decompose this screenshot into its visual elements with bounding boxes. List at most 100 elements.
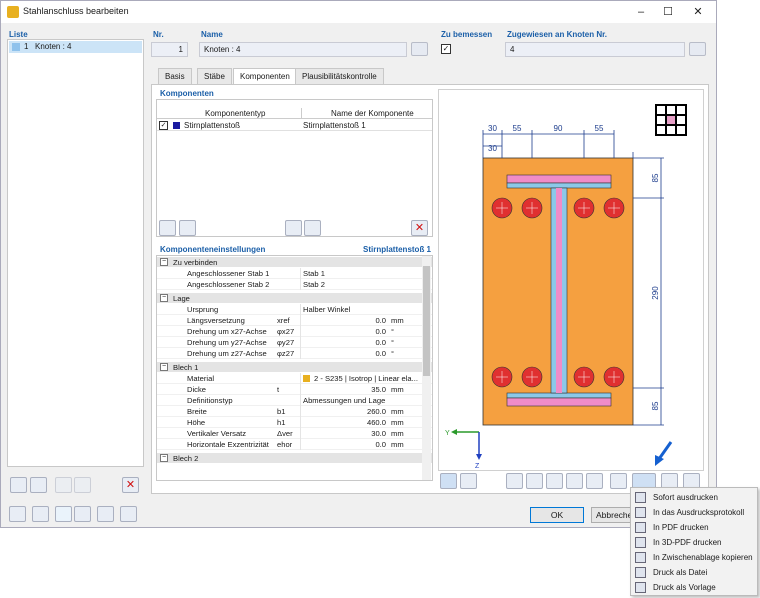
section-header[interactable]: − Blech 1	[157, 362, 432, 372]
design-checkbox[interactable]: ✓	[441, 44, 451, 54]
row-checkbox[interactable]: ✓	[159, 121, 168, 130]
move-down-icon[interactable]	[179, 220, 196, 236]
property-symbol: xref	[277, 316, 290, 325]
property-value: 0.0	[375, 316, 386, 325]
print-menu: Sofort ausdrucken In das Ausdrucksprotoko…	[630, 487, 758, 596]
property-value: 260.0	[366, 407, 386, 416]
delete-component-icon[interactable]: ✕	[411, 220, 428, 236]
column-divider	[300, 428, 301, 439]
help-icon[interactable]	[97, 506, 114, 522]
tab-plausibilitaet[interactable]: Plausibilitätskontrolle	[295, 68, 384, 84]
property-label: Angeschlossener Stab 1	[187, 269, 270, 278]
menu-item[interactable]: Sofort ausdrucken	[631, 490, 759, 505]
property-row[interactable]: Höhe h1 460.0 mm	[157, 417, 432, 428]
collapse-icon[interactable]: −	[160, 454, 168, 462]
tab-komponenten[interactable]: Komponenten	[233, 68, 297, 85]
property-row[interactable]: Drehung um x27-Achse φx27 0.0 °	[157, 326, 432, 337]
move-up-icon[interactable]	[159, 220, 176, 236]
property-row[interactable]: Material 2 - S235 | Isotrop | Linear ela.…	[157, 373, 432, 384]
property-row[interactable]: Längsversetzung xref 0.0 mm	[157, 315, 432, 326]
select-icon[interactable]	[74, 506, 91, 522]
add-component-icon[interactable]	[285, 220, 302, 236]
function-icon[interactable]	[120, 506, 137, 522]
collapse-icon[interactable]: −	[160, 363, 168, 371]
property-row[interactable]: Horizontale Exzentrizität ehor 0.0 mm	[157, 439, 432, 450]
library-icon[interactable]	[304, 220, 321, 236]
menu-item[interactable]: In PDF drucken	[631, 520, 759, 535]
maximize-button[interactable]: ☐	[660, 4, 676, 20]
dim-3-icon[interactable]	[546, 473, 563, 489]
menu-item[interactable]: Druck als Datei	[631, 565, 759, 580]
property-row[interactable]: Dicke t 35.0 mm	[157, 384, 432, 395]
column-divider	[300, 406, 301, 417]
uncheck-all-icon[interactable]	[74, 477, 91, 493]
list-item[interactable]: 1 Knoten : 4	[9, 41, 142, 53]
menu-item[interactable]: In Zwischenablage kopieren	[631, 550, 759, 565]
property-unit: °	[391, 349, 395, 358]
copy-item-icon[interactable]	[30, 477, 47, 493]
property-value: Stab 2	[303, 280, 325, 289]
pdf-icon	[635, 522, 646, 533]
edit-name-icon[interactable]	[411, 42, 428, 56]
select-node-icon[interactable]	[689, 42, 706, 56]
property-unit: mm	[391, 418, 404, 427]
property-row[interactable]: Drehung um y27-Achse φy27 0.0 °	[157, 337, 432, 348]
section-header[interactable]: − Blech 2	[157, 453, 432, 463]
color-icon[interactable]	[55, 506, 72, 522]
dimension-label: 55	[595, 124, 604, 133]
drawing-canvas[interactable]: 30 55 90 55 30 85 290 85 Y Z	[438, 89, 704, 471]
dialog-window: Stahlanschluss bearbeiten – ☐ ✕ Liste 1 …	[0, 0, 717, 528]
view-icon[interactable]	[610, 473, 627, 489]
dim-1-icon[interactable]	[506, 473, 523, 489]
settings-scrollbar[interactable]	[422, 256, 431, 480]
axis-z-label: Z	[475, 463, 480, 470]
column-divider	[300, 417, 301, 428]
minimize-button[interactable]: –	[633, 4, 649, 20]
property-row[interactable]: Angeschlossener Stab 2 Stab 2	[157, 279, 432, 290]
property-row[interactable]: Angeschlossener Stab 1 Stab 1	[157, 268, 432, 279]
property-row[interactable]: Vertikaler Versatz Δver 30.0 mm	[157, 428, 432, 439]
property-row[interactable]: Breite b1 260.0 mm	[157, 406, 432, 417]
new-item-icon[interactable]	[10, 477, 27, 493]
collapse-icon[interactable]: −	[160, 258, 168, 266]
close-button[interactable]: ✕	[690, 4, 706, 20]
bottom-flange-inner	[506, 392, 612, 399]
delete-item-icon[interactable]: ✕	[122, 477, 139, 493]
property-label: Horizontale Exzentrizität	[187, 440, 269, 449]
column-divider	[300, 348, 301, 359]
collapse-icon[interactable]: −	[160, 294, 168, 302]
search-icon[interactable]	[9, 506, 26, 522]
menu-item[interactable]: In das Ausdrucksprotokoll	[631, 505, 759, 520]
property-value: Stab 1	[303, 269, 325, 278]
dim-4-icon[interactable]	[566, 473, 583, 489]
layer-icon[interactable]	[586, 473, 603, 489]
units-icon[interactable]	[32, 506, 49, 522]
print-report-icon	[635, 507, 646, 518]
tab-basis[interactable]: Basis	[158, 68, 192, 84]
assigned-field[interactable]: 4	[505, 42, 685, 57]
property-row[interactable]: Ursprung Halber Winkel	[157, 304, 432, 315]
axis-dropdown-icon[interactable]	[460, 473, 477, 489]
section-header[interactable]: − Zu verbinden	[157, 257, 432, 267]
dim-2-icon[interactable]	[526, 473, 543, 489]
top-flange-inner	[506, 182, 612, 189]
cancel-button[interactable]: Abbreche	[591, 507, 635, 523]
scrollbar-thumb[interactable]	[423, 266, 430, 376]
nr-field[interactable]: 1	[151, 42, 188, 57]
menu-item[interactable]: Druck als Vorlage	[631, 580, 759, 595]
menu-item[interactable]: In 3D-PDF drucken	[631, 535, 759, 550]
menu-item-label: In Zwischenablage kopieren	[653, 553, 753, 562]
property-label: Ursprung	[187, 305, 219, 314]
table-row[interactable]: ✓ Stirnplattenstoß Stirnplattenstoß 1	[157, 120, 432, 131]
name-field[interactable]: Knoten : 4	[199, 42, 407, 57]
property-row[interactable]: Drehung um z27-Achse φz27 0.0 °	[157, 348, 432, 359]
check-all-icon[interactable]	[55, 477, 72, 493]
tab-staebe[interactable]: Stäbe	[197, 68, 232, 84]
list-item-num: 1	[24, 42, 29, 51]
ok-button[interactable]: OK	[530, 507, 584, 523]
section-header[interactable]: − Lage	[157, 293, 432, 303]
view-iso-icon[interactable]	[440, 473, 457, 489]
name-label: Name	[201, 30, 223, 39]
property-label: Höhe	[187, 418, 206, 427]
property-row[interactable]: Definitionstyp Abmessungen und Lage	[157, 395, 432, 406]
